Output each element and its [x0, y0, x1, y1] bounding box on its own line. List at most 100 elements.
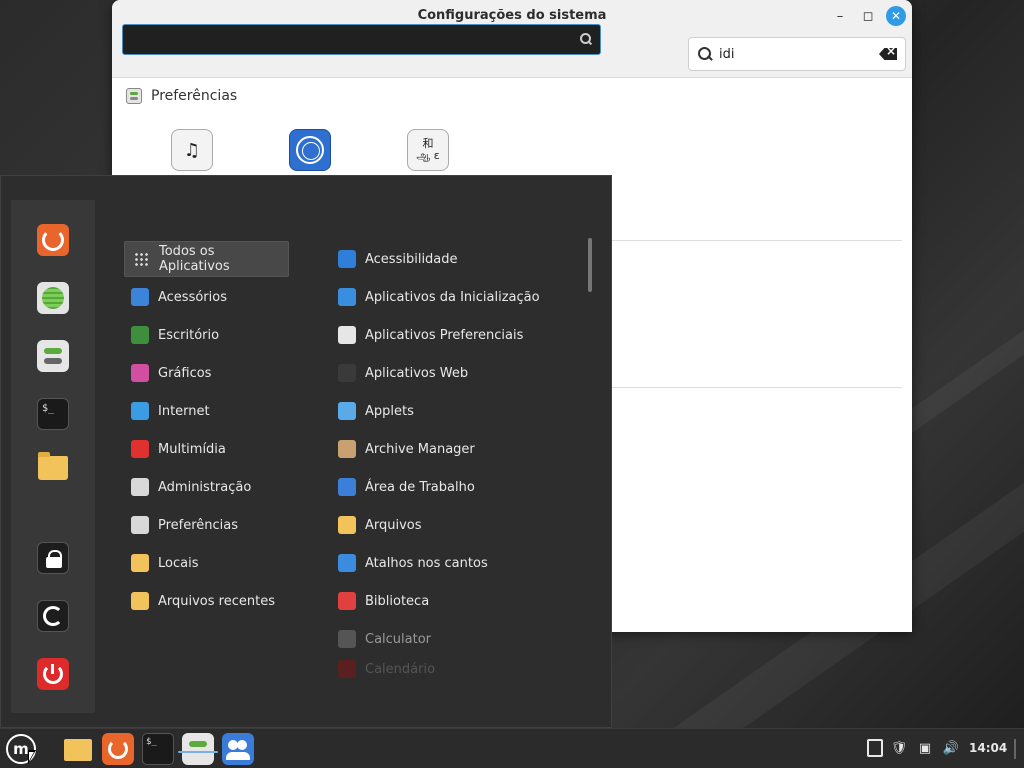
- software-manager-icon[interactable]: [37, 282, 69, 314]
- window-title: Configurações do sistema: [417, 8, 607, 23]
- category-label: Escritório: [158, 327, 220, 343]
- divider: [612, 387, 902, 388]
- search-icon: [580, 33, 592, 45]
- application-item[interactable]: Applets: [332, 393, 582, 429]
- taskbar-files-icon[interactable]: [62, 733, 94, 765]
- application-label: Aplicativos da Inicialização: [365, 289, 540, 305]
- preferences-section-header: Preferências: [126, 88, 237, 104]
- application-label: Área de Trabalho: [365, 479, 475, 495]
- applets-icon: [338, 402, 356, 420]
- category-label: Preferências: [158, 517, 239, 533]
- hot-corners-icon: [338, 554, 356, 572]
- application-label: Calendário: [365, 661, 436, 677]
- calendar-icon: [338, 660, 356, 678]
- category-label: Multimídia: [158, 441, 226, 457]
- firefox-icon[interactable]: [37, 224, 69, 256]
- preferred-apps-icon: [338, 326, 356, 344]
- office-icon: [131, 326, 149, 344]
- input-method-icon[interactable]: 和ஆ ε: [407, 129, 449, 171]
- files-icon[interactable]: [38, 452, 68, 480]
- settings-search-input[interactable]: idi: [688, 37, 906, 71]
- accessibility-icon: [338, 250, 356, 268]
- taskbar: m $_ 🛡 ▣ 🔊 14:04: [0, 728, 1024, 768]
- category-item[interactable]: Locais: [124, 545, 289, 581]
- application-item[interactable]: Área de Trabalho: [332, 469, 582, 505]
- category-label: Acessórios: [158, 289, 227, 305]
- mouse-cursor: [28, 750, 36, 764]
- application-item[interactable]: Calendário: [332, 659, 582, 679]
- category-label: Administração: [158, 479, 252, 495]
- application-item[interactable]: Aplicativos Preferenciais: [332, 317, 582, 353]
- favorites-panel: $_: [11, 200, 95, 713]
- category-item[interactable]: Escritório: [124, 317, 289, 353]
- terminal-icon[interactable]: $_: [37, 398, 69, 430]
- category-item[interactable]: Preferências: [124, 507, 289, 543]
- scrollbar[interactable]: [588, 238, 592, 292]
- system-settings-icon[interactable]: [37, 340, 69, 372]
- startup-apps-icon: [338, 288, 356, 306]
- play-icon: [131, 440, 149, 458]
- category-label: Arquivos recentes: [158, 593, 275, 609]
- preferences-icon: [131, 516, 149, 534]
- clear-search-icon[interactable]: [879, 48, 897, 60]
- application-label: Aplicativos Web: [365, 365, 469, 381]
- scissors-icon: [131, 288, 149, 306]
- application-item[interactable]: Acessibilidade: [332, 241, 582, 277]
- application-label: Archive Manager: [365, 441, 475, 457]
- taskbar-users-icon[interactable]: [222, 733, 254, 765]
- category-item[interactable]: Gráficos: [124, 355, 289, 391]
- library-icon: [338, 592, 356, 610]
- menu-search-input[interactable]: [122, 24, 601, 55]
- application-item[interactable]: Aplicativos da Inicialização: [332, 279, 582, 315]
- clock[interactable]: 14:04: [969, 741, 1007, 755]
- category-item[interactable]: Arquivos recentes: [124, 583, 289, 619]
- divider: [612, 240, 902, 241]
- calculator-icon: [338, 630, 356, 648]
- application-item[interactable]: Atalhos nos cantos: [332, 545, 582, 581]
- archive-icon: [338, 440, 356, 458]
- category-item[interactable]: Todos os Aplicativos: [124, 241, 289, 277]
- taskbar-settings-icon[interactable]: [178, 733, 218, 765]
- category-item[interactable]: Multimídia: [124, 431, 289, 467]
- graphics-icon: [131, 364, 149, 382]
- lock-screen-icon[interactable]: [37, 542, 69, 574]
- application-label: Biblioteca: [365, 593, 430, 609]
- preferred-applications-icon[interactable]: ♫: [171, 129, 213, 171]
- application-label: Applets: [365, 403, 414, 419]
- application-item[interactable]: Biblioteca: [332, 583, 582, 619]
- category-item[interactable]: Acessórios: [124, 279, 289, 315]
- minimize-button[interactable]: –: [830, 6, 850, 26]
- languages-icon[interactable]: [289, 129, 331, 171]
- category-item[interactable]: Internet: [124, 393, 289, 429]
- cloud-icon: [131, 402, 149, 420]
- maximize-button[interactable]: ◻: [858, 6, 878, 26]
- search-icon: [697, 46, 713, 62]
- logout-icon[interactable]: [37, 600, 69, 632]
- shield-icon[interactable]: 🛡: [890, 739, 908, 757]
- preferences-icon: [126, 88, 142, 104]
- close-button[interactable]: ✕: [886, 6, 906, 26]
- desktop-icon: [338, 478, 356, 496]
- application-label: Acessibilidade: [365, 251, 458, 267]
- application-label: Atalhos nos cantos: [365, 555, 488, 571]
- application-item[interactable]: Aplicativos Web: [332, 355, 582, 391]
- files-folder-icon: [338, 516, 356, 534]
- network-icon[interactable]: ▣: [916, 739, 934, 757]
- taskbar-firefox-icon[interactable]: [102, 733, 134, 765]
- settings-search-value[interactable]: idi: [719, 47, 879, 62]
- application-item[interactable]: Arquivos: [332, 507, 582, 543]
- category-item[interactable]: Administração: [124, 469, 289, 505]
- category-label: Locais: [158, 555, 199, 571]
- section-label: Preferências: [151, 88, 238, 104]
- application-label: Aplicativos Preferenciais: [365, 327, 524, 343]
- category-label: Todos os Aplicativos: [159, 244, 230, 274]
- admin-icon: [131, 478, 149, 496]
- application-item[interactable]: Archive Manager: [332, 431, 582, 467]
- volume-icon[interactable]: 🔊: [942, 739, 960, 757]
- power-icon[interactable]: [37, 658, 69, 690]
- application-item[interactable]: Calculator: [332, 621, 582, 657]
- taskbar-terminal-icon[interactable]: $_: [142, 733, 174, 765]
- update-manager-icon[interactable]: [866, 739, 884, 757]
- grid-icon: [132, 250, 150, 268]
- folder-icon: [131, 554, 149, 572]
